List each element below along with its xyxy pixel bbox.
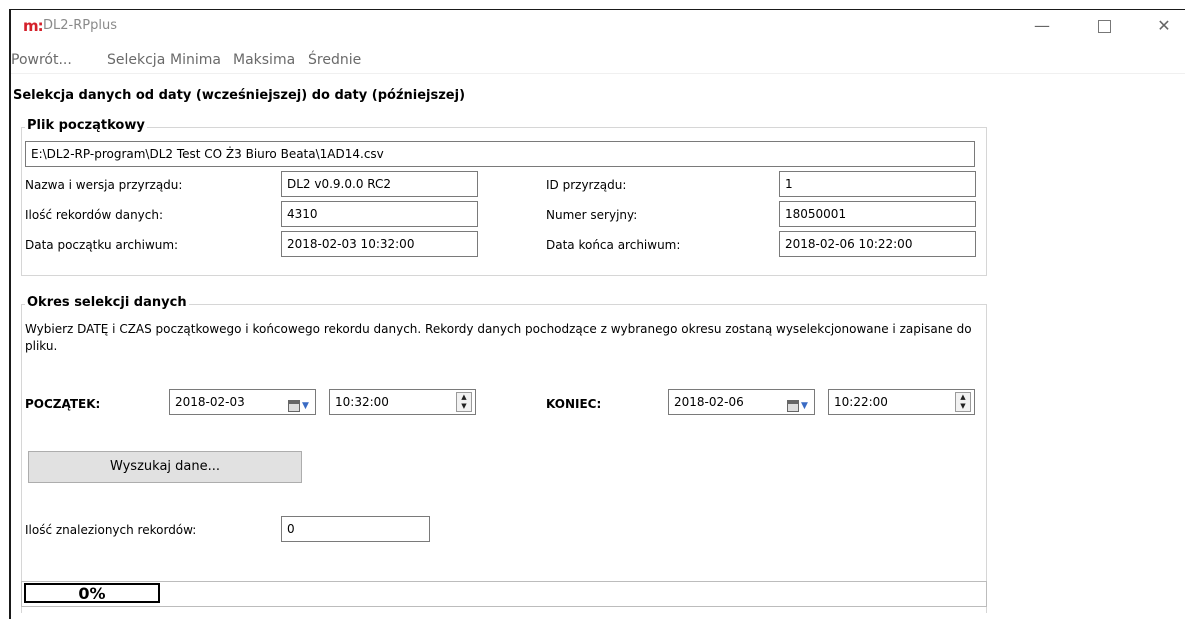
close-button[interactable]: ✕ [1141, 14, 1185, 40]
selection-description: Wybierz DATĘ i CZAS początkowego i końco… [25, 322, 972, 353]
app-logo: m: [23, 17, 44, 35]
device-id-label: ID przyrządu: [546, 178, 627, 192]
calendar-dropdown-icon[interactable]: ▼ [787, 394, 809, 412]
records-count-field[interactable]: 4310 [281, 201, 478, 227]
start-time-input[interactable]: 10:32:00 ▲ ▼ [329, 389, 476, 415]
end-time-input[interactable]: 10:22:00 ▲ ▼ [828, 389, 975, 415]
device-name-label: Nazwa i wersja przyrządu: [25, 178, 183, 192]
archive-end-label: Data końca archiwum: [546, 238, 681, 252]
spinner-icon[interactable]: ▲ ▼ [955, 392, 971, 412]
source-file-path-field[interactable]: E:\DL2-RP-program\DL2 Test CO Ż3 Biuro B… [25, 141, 975, 167]
progress-percent-label: 0% [24, 583, 160, 603]
menu-selection[interactable]: Selekcja [107, 52, 165, 68]
maximize-button[interactable] [1081, 14, 1127, 40]
menu-averages[interactable]: Średnie [308, 52, 361, 68]
spinner-icon[interactable]: ▲ ▼ [456, 392, 472, 412]
records-count-label: Ilość rekordów danych: [25, 208, 164, 222]
start-label: POCZĄTEK: [25, 397, 101, 411]
found-records-label: Ilość znalezionych rekordów: [25, 523, 197, 537]
menu-divider [11, 73, 1185, 74]
title-bar: m: DL2-RPplus — ✕ [11, 10, 1185, 42]
start-time-value: 10:32:00 [335, 395, 389, 409]
menu-bar: Powrót... Selekcja Minima Maksima Średni… [11, 50, 1185, 72]
end-label: KONIEC: [546, 397, 602, 411]
start-date-value: 2018-02-03 [175, 395, 245, 409]
app-window: m: DL2-RPplus — ✕ Powrót... Selekcja Min… [9, 9, 1185, 619]
minimize-button[interactable]: — [1019, 14, 1065, 40]
end-date-picker[interactable]: 2018-02-06 ▼ [668, 389, 815, 415]
start-date-picker[interactable]: 2018-02-03 ▼ [169, 389, 316, 415]
menu-back[interactable]: Powrót... [11, 52, 72, 68]
source-file-group-title: Plik początkowy [25, 118, 147, 133]
device-name-field[interactable]: DL2 v0.9.0.0 RC2 [281, 171, 478, 197]
end-time-value: 10:22:00 [834, 395, 888, 409]
archive-start-label: Data początku archiwum: [25, 238, 179, 252]
archive-end-field[interactable]: 2018-02-06 10:22:00 [779, 231, 976, 257]
window-title: DL2-RPplus [43, 18, 117, 33]
page-title: Selekcja danych od daty (wcześniejszej) … [13, 88, 466, 103]
maximize-icon [1097, 20, 1111, 33]
archive-start-field[interactable]: 2018-02-03 10:32:00 [281, 231, 478, 257]
found-records-field[interactable]: 0 [281, 516, 430, 542]
serial-number-field[interactable]: 18050001 [779, 201, 976, 227]
menu-maxima[interactable]: Maksima [233, 52, 295, 68]
progress-bar: 0% [21, 581, 987, 607]
selection-period-group-title: Okres selekcji danych [25, 295, 189, 310]
menu-minima[interactable]: Minima [170, 52, 221, 68]
device-id-field[interactable]: 1 [779, 171, 976, 197]
serial-number-label: Numer seryjny: [546, 208, 638, 222]
calendar-dropdown-icon[interactable]: ▼ [288, 394, 310, 412]
search-data-button[interactable]: Wyszukaj dane... [28, 451, 302, 483]
end-date-value: 2018-02-06 [674, 395, 744, 409]
